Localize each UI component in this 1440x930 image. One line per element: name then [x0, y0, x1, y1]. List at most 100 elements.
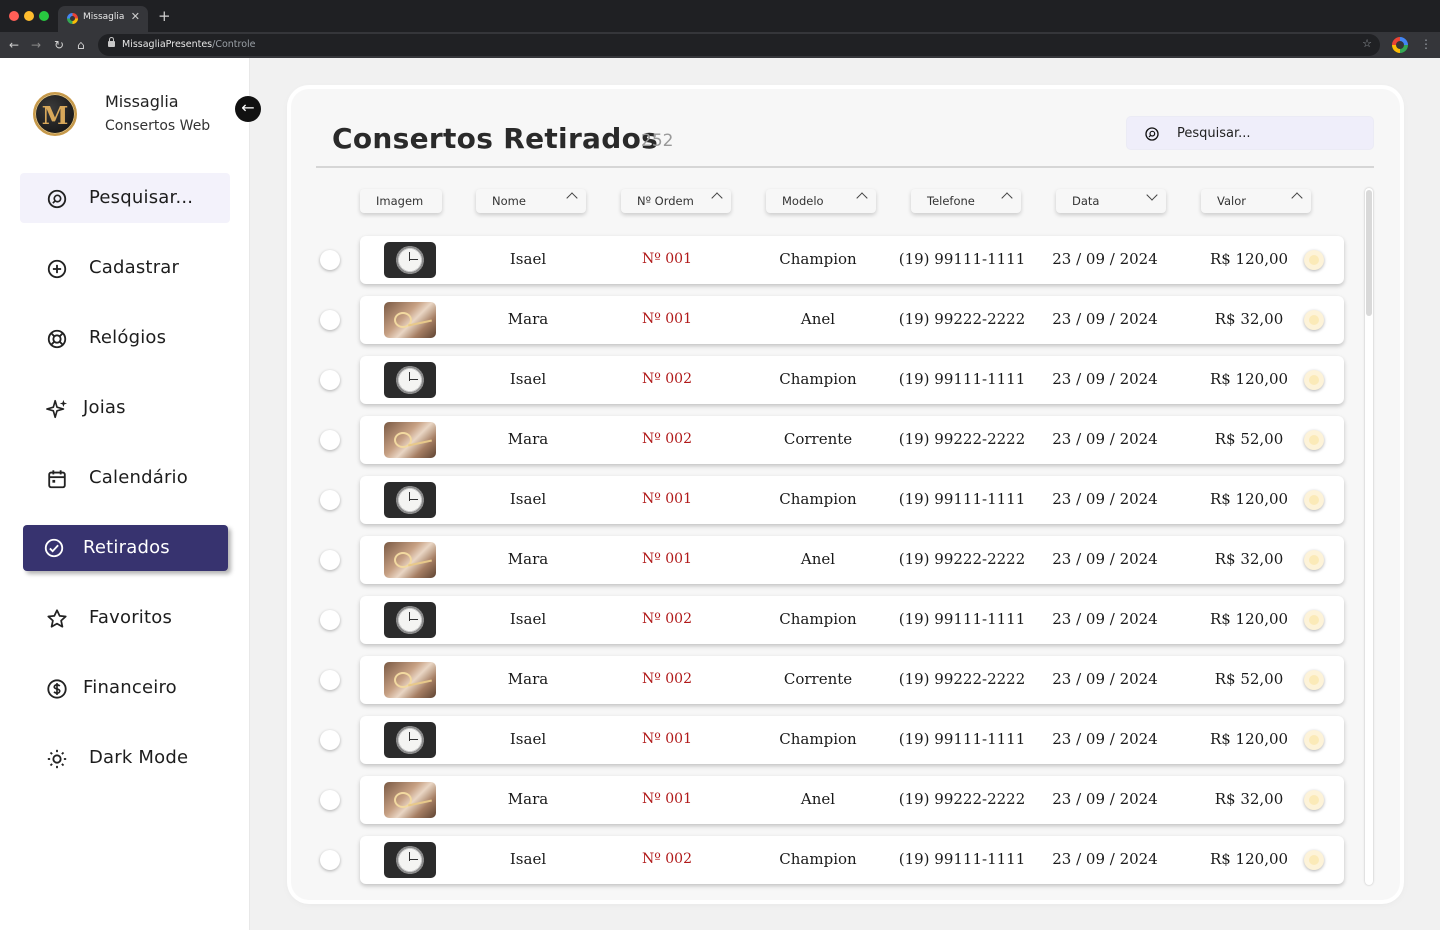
- row-select-radio[interactable]: [320, 850, 340, 870]
- favorite-toggle[interactable]: [1304, 610, 1324, 630]
- cell-ordem: Nº 002: [641, 371, 693, 387]
- jewelry-thumbnail[interactable]: [384, 302, 436, 338]
- sidebar-item-retirados[interactable]: Retirados: [23, 525, 228, 571]
- main-panel: Consertos Retirados 252 Pesquisar... Ima…: [291, 89, 1400, 900]
- new-tab-icon[interactable]: +: [158, 7, 171, 25]
- scrollbar[interactable]: [1365, 188, 1373, 885]
- column-header-n-ordem[interactable]: Nº Ordem: [621, 189, 731, 213]
- jewelry-thumbnail[interactable]: [384, 782, 436, 818]
- search-input[interactable]: Pesquisar...: [1126, 116, 1374, 150]
- row-select-radio[interactable]: [320, 610, 340, 630]
- sidebar-item-label: Calendário: [89, 467, 188, 488]
- column-header-imagem[interactable]: Imagem: [360, 189, 442, 213]
- row-select-radio[interactable]: [320, 310, 340, 330]
- table-row[interactable]: Mara Nº 001 Anel (19) 99222-2222 23 / 09 / 2…: [360, 536, 1344, 584]
- sidebar-item-cadastrar[interactable]: Cadastrar: [20, 243, 230, 293]
- jewelry-thumbnail[interactable]: [384, 542, 436, 578]
- column-header-modelo[interactable]: Modelo: [766, 189, 876, 213]
- cell-telefone: (19) 99111-1111: [898, 850, 1026, 868]
- row-select-radio[interactable]: [320, 670, 340, 690]
- sidebar-item-calendario[interactable]: Calendário: [20, 453, 230, 503]
- favorite-toggle[interactable]: [1304, 550, 1324, 570]
- column-label: Nº Ordem: [637, 194, 694, 208]
- chevron-up-icon: [856, 192, 868, 204]
- bookmark-star-icon[interactable]: ☆: [1362, 37, 1372, 50]
- table-row[interactable]: Mara Nº 001 Anel (19) 99222-2222 23 / 09 / 2…: [360, 776, 1344, 824]
- column-header-nome[interactable]: Nome: [476, 189, 586, 213]
- reload-icon[interactable]: ↻: [54, 37, 64, 53]
- table-row[interactable]: Mara Nº 001 Anel (19) 99222-2222 23 / 09 / 2…: [360, 296, 1344, 344]
- row-select-radio[interactable]: [320, 490, 340, 510]
- jewelry-thumbnail[interactable]: [384, 662, 436, 698]
- watch-thumbnail[interactable]: [384, 482, 436, 518]
- sidebar-item-dark-mode[interactable]: Dark Mode: [20, 733, 230, 783]
- home-icon[interactable]: ⌂: [77, 37, 85, 53]
- cell-ordem: Nº 001: [641, 491, 693, 507]
- row-select-radio[interactable]: [320, 550, 340, 570]
- minimize-window-icon[interactable]: [24, 11, 34, 21]
- collapse-sidebar-button[interactable]: ←: [235, 96, 261, 122]
- maximize-window-icon[interactable]: [39, 11, 49, 21]
- favorite-toggle[interactable]: [1304, 490, 1324, 510]
- sidebar-item-pesquisar[interactable]: Pesquisar...: [20, 173, 230, 223]
- table-row[interactable]: Mara Nº 002 Corrente (19) 99222-2222 23 / 09…: [360, 656, 1344, 704]
- scrollbar-thumb[interactable]: [1366, 190, 1372, 316]
- column-header-valor[interactable]: Valor: [1201, 189, 1311, 213]
- watch-thumbnail[interactable]: [384, 242, 436, 278]
- row-select-radio[interactable]: [320, 730, 340, 750]
- google-account-icon[interactable]: [1392, 37, 1408, 53]
- table-row[interactable]: Isael Nº 002 Champion (19) 99111-1111 23 / 0…: [360, 836, 1344, 884]
- sidebar-item-relogios[interactable]: Relógios: [20, 313, 230, 363]
- column-header-data[interactable]: Data: [1056, 189, 1166, 213]
- close-window-icon[interactable]: [9, 11, 19, 21]
- watch-thumbnail[interactable]: [384, 722, 436, 758]
- row-select-radio[interactable]: [320, 250, 340, 270]
- back-icon[interactable]: ←: [9, 37, 19, 53]
- cell-modelo: Champion: [779, 490, 857, 508]
- watch-thumbnail[interactable]: [384, 362, 436, 398]
- cell-valor: R$ 120,00: [1209, 250, 1289, 268]
- chevron-up-icon: [1001, 192, 1013, 204]
- favorite-toggle[interactable]: [1304, 730, 1324, 750]
- sidebar-item-joias[interactable]: Joias: [20, 383, 230, 433]
- cell-telefone: (19) 99111-1111: [898, 250, 1026, 268]
- star-icon: [47, 609, 67, 628]
- favorite-toggle[interactable]: [1304, 670, 1324, 690]
- favorite-toggle[interactable]: [1304, 250, 1324, 270]
- sidebar-item-favoritos[interactable]: Favoritos: [20, 593, 230, 643]
- favorite-toggle[interactable]: [1304, 430, 1324, 450]
- browser-tab[interactable]: Missaglia ✕: [58, 6, 148, 32]
- favorite-toggle[interactable]: [1304, 370, 1324, 390]
- jewelry-thumbnail[interactable]: [384, 422, 436, 458]
- favorite-toggle[interactable]: [1304, 850, 1324, 870]
- address-bar[interactable]: MissagliaPresentes/Controle ☆: [98, 34, 1380, 56]
- row-select-radio[interactable]: [320, 790, 340, 810]
- browser-menu-icon[interactable]: ⋮: [1420, 37, 1432, 51]
- row-select-radio[interactable]: [320, 430, 340, 450]
- cell-valor: R$ 32,00: [1214, 310, 1284, 328]
- favorite-toggle[interactable]: [1304, 790, 1324, 810]
- cell-valor: R$ 120,00: [1209, 730, 1289, 748]
- table-row[interactable]: Isael Nº 002 Champion (19) 99111-1111 23 / 0…: [360, 356, 1344, 404]
- cell-modelo: Corrente: [783, 670, 853, 688]
- sidebar-item-financeiro[interactable]: Financeiro: [20, 663, 230, 713]
- watch-thumbnail[interactable]: [384, 602, 436, 638]
- table-row[interactable]: Isael Nº 001 Champion (19) 99111-1111 23 / 0…: [360, 476, 1344, 524]
- row-select-radio[interactable]: [320, 370, 340, 390]
- cell-nome: Mara: [507, 430, 549, 448]
- forward-icon[interactable]: →: [31, 37, 41, 53]
- favorite-toggle[interactable]: [1304, 310, 1324, 330]
- tab-close-icon[interactable]: ✕: [131, 10, 140, 23]
- cell-telefone: (19) 99111-1111: [898, 730, 1026, 748]
- table-row[interactable]: Isael Nº 002 Champion (19) 99111-1111 23 / 0…: [360, 596, 1344, 644]
- cell-data: 23 / 09 / 2024: [1052, 250, 1158, 268]
- table-row[interactable]: Mara Nº 002 Corrente (19) 99222-2222 23 / 09…: [360, 416, 1344, 464]
- sun-icon: [47, 749, 67, 769]
- table-row[interactable]: Isael Nº 001 Champion (19) 99111-1111 23 / 0…: [360, 716, 1344, 764]
- watch-thumbnail[interactable]: [384, 842, 436, 878]
- cell-valor: R$ 32,00: [1214, 550, 1284, 568]
- table-row[interactable]: Isael Nº 001 Champion (19) 99111-1111 23 / 0…: [360, 236, 1344, 284]
- column-header-telefone[interactable]: Telefone: [911, 189, 1021, 213]
- chevron-up-icon: [711, 192, 723, 204]
- column-label: Telefone: [927, 194, 975, 208]
